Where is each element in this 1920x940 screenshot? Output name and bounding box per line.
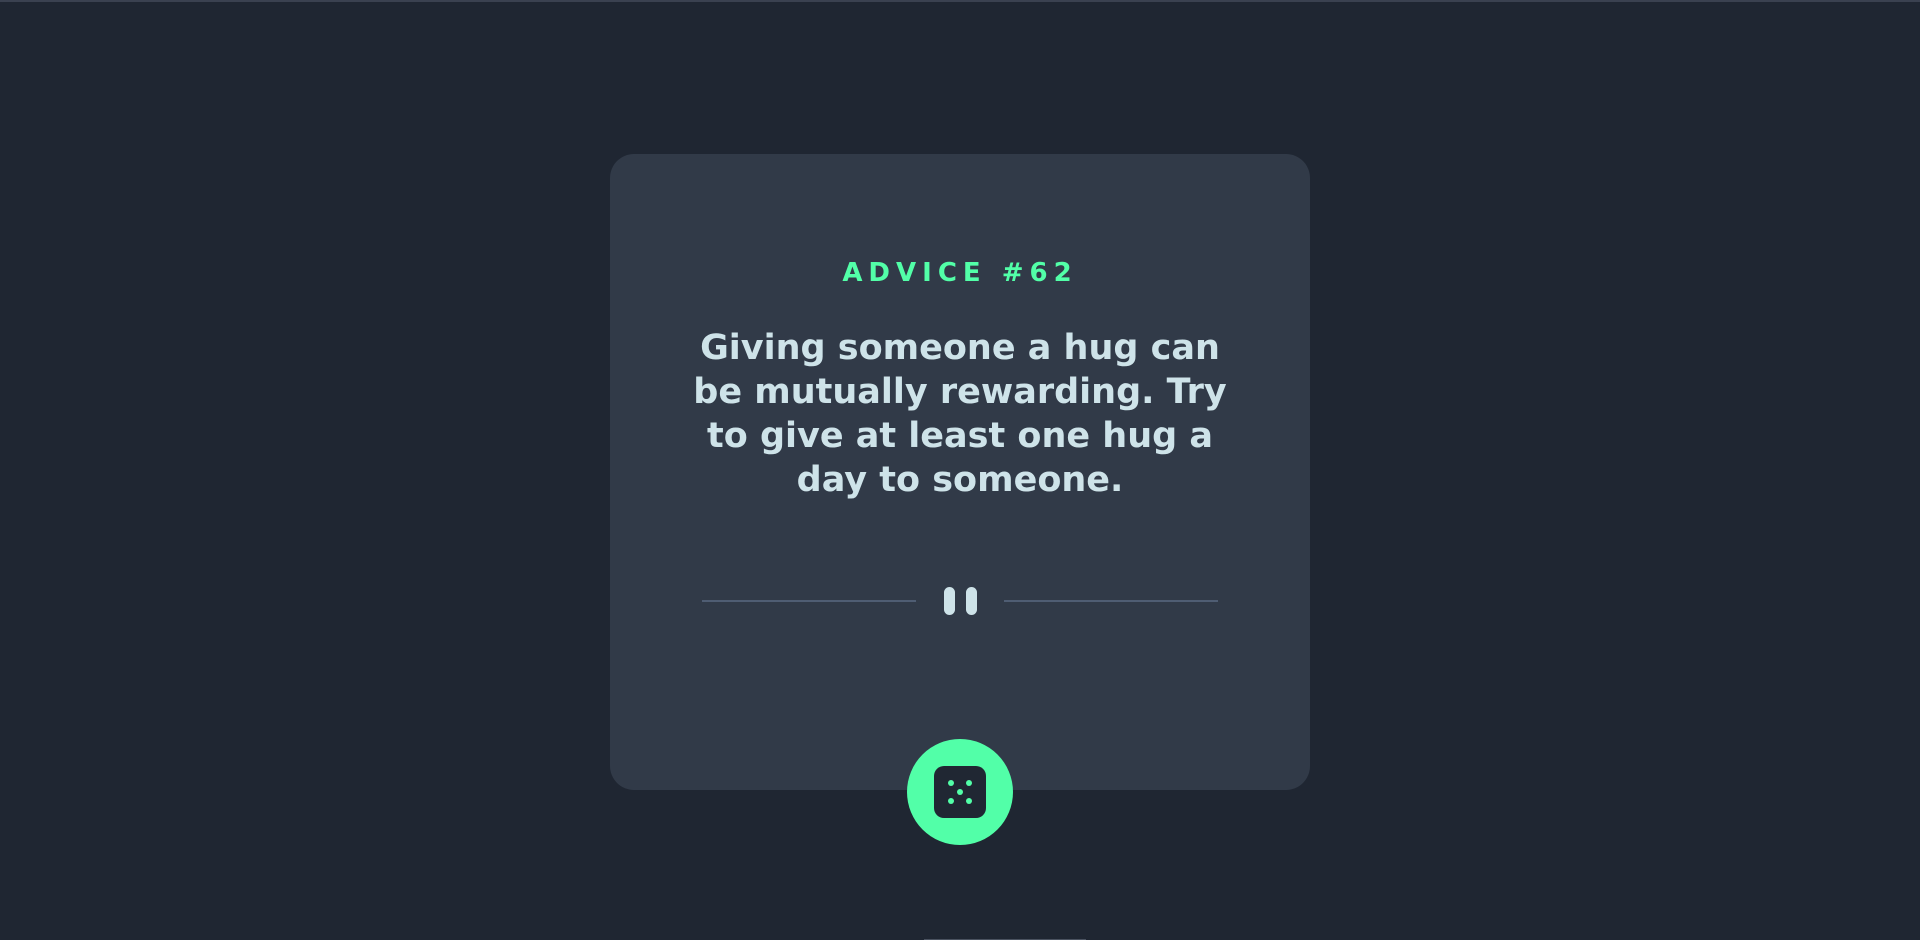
advice-text: Giving someone a hug can be mutually rew… bbox=[693, 328, 1227, 500]
generate-advice-button[interactable] bbox=[907, 739, 1013, 845]
pattern-divider bbox=[702, 586, 1218, 616]
pause-icon bbox=[942, 586, 978, 616]
advice-card: ADVICE #62 Giving someone a hug can be m… bbox=[610, 154, 1310, 790]
advice-id: ADVICE #62 bbox=[842, 258, 1078, 288]
divider-line-right bbox=[1004, 600, 1218, 602]
dice-icon bbox=[934, 766, 986, 818]
page: ADVICE #62 Giving someone a hug can be m… bbox=[0, 0, 1920, 940]
divider-line-left bbox=[702, 600, 916, 602]
